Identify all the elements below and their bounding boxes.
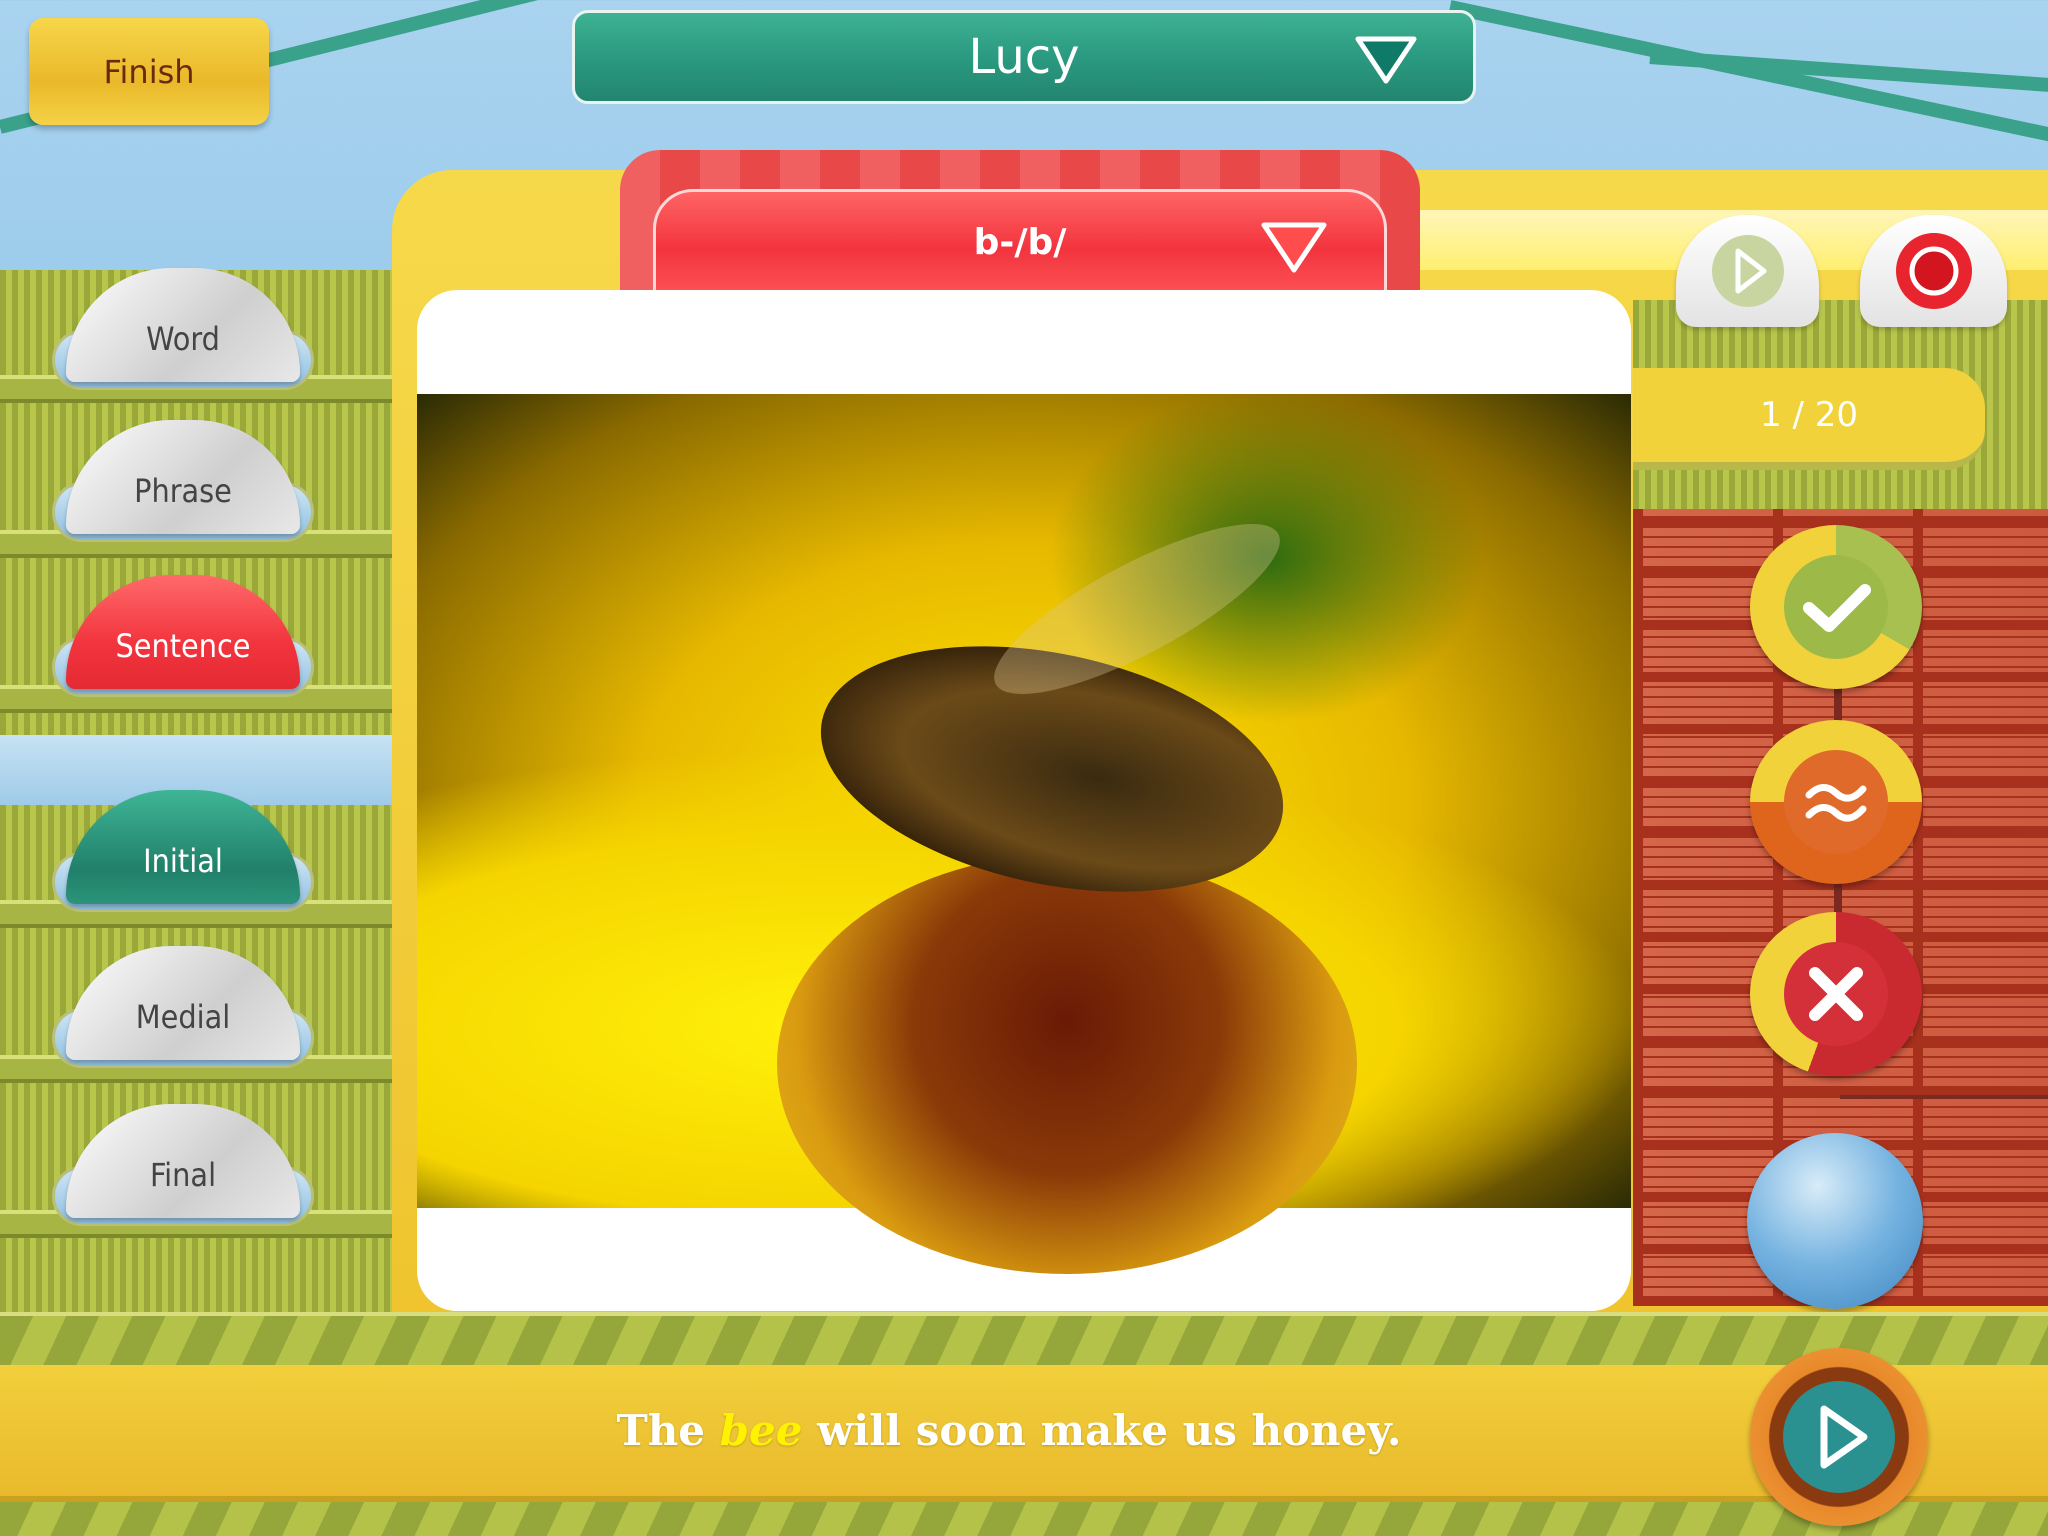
position-initial-button[interactable]: Initial (52, 790, 314, 912)
frame-beam (1448, 0, 2048, 181)
button-label: Word (146, 320, 220, 358)
picture-card (417, 290, 1631, 1311)
play-icon (1783, 1381, 1895, 1493)
level-sentence-button[interactable]: Sentence (52, 575, 314, 697)
bottom-stripe (0, 1502, 2048, 1536)
record-icon (1895, 233, 1972, 309)
sentence-text: will soon make us honey. (802, 1406, 1402, 1455)
target-word: bee (719, 1406, 803, 1455)
button-label: Sentence (115, 627, 251, 665)
position-medial-button[interactable]: Medial (52, 946, 314, 1068)
button-label: Initial (143, 842, 223, 880)
sentence-text: The (616, 1406, 720, 1455)
bottom-stripe (0, 1312, 2048, 1368)
button-label: Medial (135, 998, 231, 1036)
play-icon (1711, 235, 1784, 307)
bee-photo (417, 394, 1631, 1274)
approx-icon (1784, 750, 1888, 854)
sentence-bar: The bee will soon make us honey. (0, 1365, 2048, 1502)
incorrect-button[interactable] (1750, 912, 1922, 1076)
progress-text: 1 / 20 (1760, 395, 1858, 435)
student-name: Lucy (968, 29, 1080, 85)
approximate-button[interactable] (1750, 720, 1922, 884)
next-button[interactable] (1750, 1348, 1928, 1526)
score-ball (1747, 1133, 1923, 1309)
flower-center (777, 854, 1357, 1274)
button-label: Final (149, 1156, 217, 1194)
student-selector[interactable]: Lucy (572, 10, 1476, 104)
level-word-button[interactable]: Word (52, 268, 314, 390)
button-label: Phrase (134, 472, 232, 510)
chevron-down-icon (1355, 36, 1417, 84)
check-icon (1784, 555, 1888, 659)
target-sentence: The bee will soon make us honey. (617, 1406, 1402, 1455)
chevron-down-icon (1261, 222, 1327, 273)
finish-button[interactable]: Finish (29, 18, 269, 125)
finish-label: Finish (103, 52, 195, 91)
x-icon (1784, 942, 1888, 1046)
position-final-button[interactable]: Final (52, 1104, 314, 1226)
wire (1840, 1095, 2048, 1099)
level-phrase-button[interactable]: Phrase (52, 420, 314, 542)
correct-button[interactable] (1750, 525, 1922, 689)
progress-counter: 1 / 20 (1633, 368, 1985, 470)
